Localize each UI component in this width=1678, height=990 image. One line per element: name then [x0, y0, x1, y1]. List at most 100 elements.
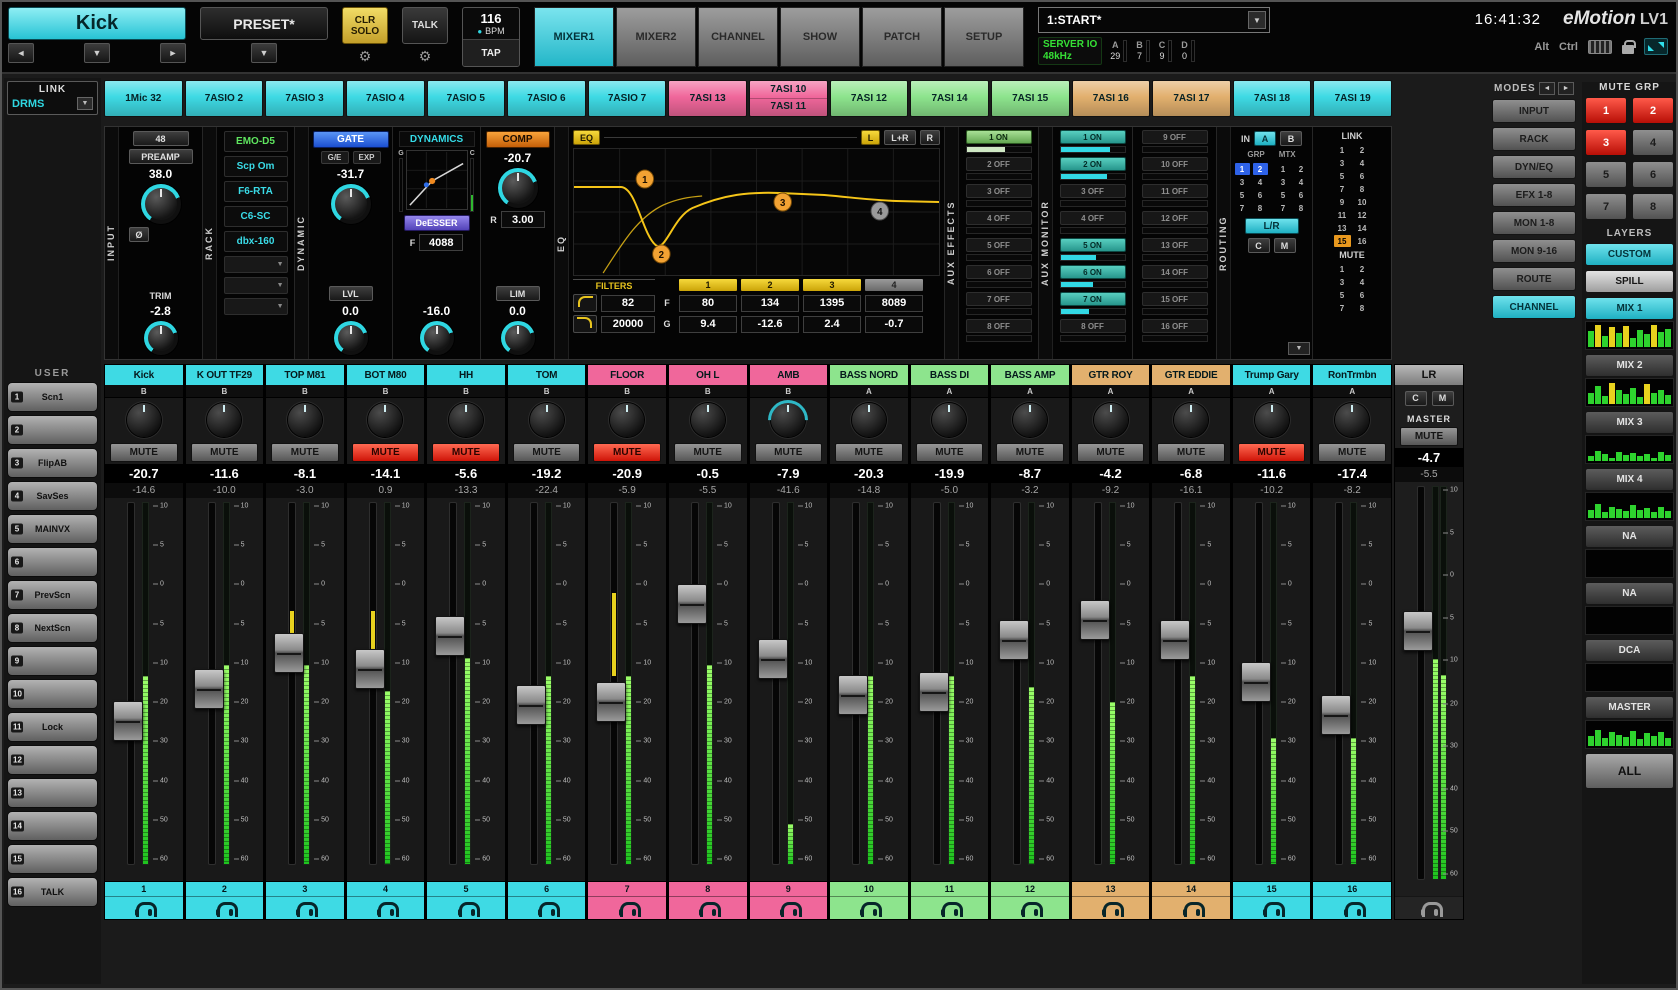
aux-send-level[interactable]	[966, 227, 1032, 234]
eq-band-gain-value[interactable]: -12.6	[741, 316, 799, 333]
link-mute-1[interactable]: 1	[1334, 263, 1351, 275]
mute-group-7[interactable]: 7	[1585, 193, 1627, 220]
session-dropdown-icon[interactable]: ▼	[1248, 11, 1266, 29]
channel-layer-badge[interactable]: B	[508, 385, 586, 398]
channel-name[interactable]: BOT M80	[347, 365, 425, 385]
mode-mon-9-16[interactable]: MON 9-16	[1492, 239, 1576, 263]
channel-layer-badge[interactable]: B	[750, 385, 828, 398]
fader-handle[interactable]	[516, 685, 546, 725]
grp-assign-7[interactable]: 7	[1235, 202, 1250, 214]
eq-left-button[interactable]: L	[861, 130, 881, 145]
link-mute-5[interactable]: 5	[1334, 289, 1351, 301]
tab-mixer2[interactable]: MIXER2	[616, 7, 696, 67]
mute-button[interactable]: MUTE	[1157, 443, 1225, 462]
fader-handle[interactable]	[999, 620, 1029, 660]
channel-name[interactable]: FLOOR	[588, 365, 666, 385]
fader-track[interactable]	[1335, 502, 1343, 865]
aux-send-level[interactable]	[1060, 146, 1126, 153]
aux-send-level[interactable]	[966, 254, 1032, 261]
layer-na[interactable]: NA	[1585, 582, 1674, 605]
mono-assign-button[interactable]: M	[1274, 238, 1296, 253]
comp-threshold-knob[interactable]	[498, 168, 538, 208]
rack-slot[interactable]: dbx-160	[224, 231, 288, 252]
layer-master[interactable]: MASTER	[1585, 696, 1674, 719]
mtx-assign-8[interactable]: 8	[1294, 202, 1309, 214]
user-key-1[interactable]: 1Scn1	[7, 382, 98, 412]
modes-prev-button[interactable]: ◄	[1539, 82, 1555, 95]
link-mute-2[interactable]: 2	[1354, 263, 1371, 275]
eq-band-freq-value[interactable]: 1395	[803, 295, 861, 312]
aux-send-toggle[interactable]: 6 ON	[1060, 265, 1126, 279]
input-source-tab[interactable]: 7ASIO 4	[346, 80, 425, 117]
mute-button[interactable]: MUTE	[674, 443, 742, 462]
clear-solo-button[interactable]: CLR SOLO	[342, 7, 388, 44]
aux-send-toggle[interactable]: 8 OFF	[966, 319, 1032, 333]
fader-handle[interactable]	[435, 616, 465, 656]
aux-send-level[interactable]	[1142, 254, 1208, 261]
mute-group-4[interactable]: 4	[1632, 129, 1674, 156]
talk-settings-gear-icon[interactable]: ⚙	[402, 47, 448, 65]
ratio-value[interactable]: 3.00	[501, 211, 545, 228]
aux-send-toggle[interactable]: 16 OFF	[1142, 319, 1208, 333]
link-mute-6[interactable]: 6	[1354, 289, 1371, 301]
tap-tempo-button[interactable]: TAP	[463, 39, 519, 66]
pan-knob[interactable]	[771, 403, 805, 437]
link-ch-13[interactable]: 13	[1334, 222, 1351, 234]
channel-name[interactable]: BASS DI	[911, 365, 989, 385]
routing-b-button[interactable]: B	[1280, 131, 1302, 146]
user-key-6[interactable]: 6	[7, 547, 98, 577]
aux-send-toggle[interactable]: 14 OFF	[1142, 265, 1208, 279]
pan-knob[interactable]	[449, 403, 483, 437]
grp-assign-5[interactable]: 5	[1235, 189, 1250, 201]
fader-handle[interactable]	[838, 675, 868, 715]
link-ch-14[interactable]: 14	[1354, 222, 1371, 234]
aux-send-toggle[interactable]: 15 OFF	[1142, 292, 1208, 306]
mute-group-8[interactable]: 8	[1632, 193, 1674, 220]
fader-handle[interactable]	[1403, 611, 1433, 651]
fader-handle[interactable]	[1160, 620, 1190, 660]
aux-send-level[interactable]	[1060, 200, 1126, 207]
prev-channel-button[interactable]: ◄	[8, 43, 34, 63]
aux-send-level[interactable]	[966, 173, 1032, 180]
channel-name[interactable]: TOM	[508, 365, 586, 385]
rack-slot-empty[interactable]: ▼	[224, 256, 288, 273]
tab-show[interactable]: SHOW	[780, 7, 860, 67]
link-ch-3[interactable]: 3	[1334, 157, 1351, 169]
fader-track[interactable]	[127, 502, 135, 865]
aux-send-toggle[interactable]: 4 OFF	[1060, 211, 1126, 225]
rack-slot[interactable]: EMO-D5	[224, 131, 288, 152]
layer-mix-2[interactable]: MIX 2	[1585, 354, 1674, 377]
input-source-tab[interactable]: 7ASIO 6	[507, 80, 586, 117]
link-ch-10[interactable]: 10	[1354, 196, 1371, 208]
preset-dropdown-button[interactable]: ▼	[251, 43, 277, 63]
link-mute-7[interactable]: 7	[1334, 302, 1351, 314]
fader-handle[interactable]	[194, 669, 224, 709]
fader-track[interactable]	[691, 502, 699, 865]
user-key-12[interactable]: 12	[7, 745, 98, 775]
rack-slot-empty[interactable]: ▼	[224, 298, 288, 315]
tab-setup[interactable]: SETUP	[944, 7, 1024, 67]
mute-group-3[interactable]: 3	[1585, 129, 1627, 156]
channel-layer-badge[interactable]: B	[266, 385, 344, 398]
mute-button[interactable]: MUTE	[1238, 443, 1306, 462]
aux-send-level[interactable]	[1060, 281, 1126, 288]
fader-handle[interactable]	[758, 639, 788, 679]
mtx-assign-5[interactable]: 5	[1276, 189, 1291, 201]
grp-assign-1[interactable]: 1	[1235, 163, 1250, 175]
headphone-cue-button[interactable]	[427, 896, 505, 919]
mute-group-1[interactable]: 1	[1585, 97, 1627, 124]
pan-knob[interactable]	[207, 403, 241, 437]
aux-send-toggle[interactable]: 2 ON	[1060, 157, 1126, 171]
eq-band-gain-value[interactable]: 9.4	[679, 316, 737, 333]
aux-send-toggle[interactable]: 13 OFF	[1142, 238, 1208, 252]
channel-layer-badge[interactable]: A	[911, 385, 989, 398]
pan-knob[interactable]	[288, 403, 322, 437]
pan-knob[interactable]	[530, 403, 564, 437]
user-key-14[interactable]: 14	[7, 811, 98, 841]
channel-name[interactable]: HH	[427, 365, 505, 385]
center-assign-button[interactable]: C	[1248, 238, 1270, 253]
input-source-tab[interactable]: 7ASI 15	[991, 80, 1070, 117]
mute-button[interactable]: MUTE	[1077, 443, 1145, 462]
channel-name[interactable]: Kick	[105, 365, 183, 385]
rack-slot[interactable]: C6-SC	[224, 206, 288, 227]
